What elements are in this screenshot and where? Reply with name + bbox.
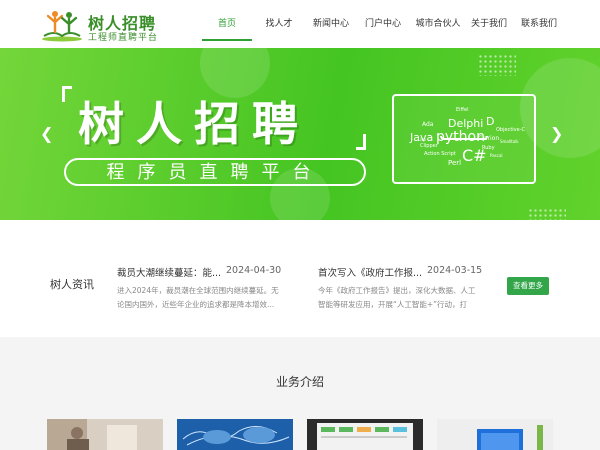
word-cloud-term: Eiffel — [456, 107, 469, 113]
chevron-left-icon[interactable]: ❮ — [40, 126, 53, 142]
business-card-image[interactable] — [437, 419, 553, 450]
word-cloud-term: Delphi — [448, 117, 484, 130]
word-cloud-term: Objective-C — [496, 127, 526, 133]
nav-active-underline — [202, 39, 252, 41]
business-card-image[interactable] — [177, 419, 293, 450]
logo-subtitle: 工程师直聘平台 — [88, 33, 159, 43]
nav-item-news-center[interactable]: 新闻中心 — [306, 0, 356, 48]
business-section-title: 业务介绍 — [275, 375, 324, 389]
banner-dot-pattern — [528, 208, 566, 220]
word-cloud-term: Smalltalk — [500, 139, 519, 144]
nav-item-about-us[interactable]: 关于我们 — [464, 0, 514, 48]
site-logo[interactable]: 树人招聘 工程师直聘平台 — [40, 8, 165, 43]
nav-item-label: 首页 — [217, 19, 236, 29]
hero-banner[interactable]: 树人招聘 程序员直聘平台 Delphi Java python C# D Ada… — [0, 48, 600, 220]
chevron-right-icon[interactable]: ❯ — [550, 126, 563, 142]
business-section: 业务介绍 — [0, 337, 600, 450]
word-cloud-term: Ruby — [482, 145, 495, 151]
news-item-date: 2024-03-15 — [427, 265, 483, 276]
word-cloud-term: Pascal — [490, 153, 503, 158]
site-header: 树人招聘 工程师直聘平台 首页 找人才 新闻中心 门户中心 城市合伙人 关于我们… — [0, 0, 600, 48]
banner-dot-pattern — [478, 54, 516, 76]
business-photo-dashboard — [307, 419, 423, 450]
nav-item-contact-us[interactable]: 联系我们 — [514, 0, 564, 48]
banner-bracket-right — [356, 134, 366, 150]
nav-item-find-talent[interactable]: 找人才 — [256, 0, 302, 48]
news-item-date: 2024-04-30 — [226, 265, 282, 276]
business-photo-meeting — [47, 419, 163, 450]
business-card-image[interactable] — [47, 419, 163, 450]
nav-item-city-partner[interactable]: 城市合伙人 — [408, 0, 468, 48]
main-nav: 首页 找人才 新闻中心 门户中心 城市合伙人 关于我们 联系我们 — [202, 0, 600, 48]
word-cloud-term: Ada — [422, 121, 434, 128]
word-cloud-term: Lisp — [418, 137, 426, 142]
business-photo-laptop — [437, 419, 553, 450]
nav-item-home[interactable]: 首页 — [202, 0, 252, 48]
word-cloud-term: Clipper — [420, 143, 438, 149]
business-card-image[interactable] — [307, 419, 423, 450]
banner-subtitle-pill: 程序员直聘平台 — [64, 158, 366, 186]
banner-title: 树人招聘 — [78, 97, 310, 151]
nav-item-portal-center[interactable]: 门户中心 — [358, 0, 408, 48]
tree-person-logo-icon — [42, 11, 82, 42]
news-item-excerpt: 进入2024年，裁员潮在全球范围内继续蔓延。无论国内国外，近些年企业的追求都是降… — [117, 286, 279, 309]
news-item-excerpt: 今年《政府工作报告》提出，深化大数据、人工智能等研发应用，开展“人工智能+”行动… — [318, 286, 476, 309]
word-cloud-term: Perl — [448, 159, 462, 167]
banner-subtitle: 程序员直聘平台 — [106, 162, 324, 183]
news-item-title[interactable]: 裁员大潮继续蔓延：能... — [117, 265, 223, 279]
view-more-button[interactable]: 查看更多 — [507, 277, 549, 295]
news-item-title[interactable]: 首次写入《政府工作报... — [318, 265, 424, 279]
banner-bracket-left — [62, 86, 72, 102]
word-cloud-term: Action Script — [424, 151, 456, 157]
word-cloud-term: D — [486, 115, 495, 128]
monitor-stand — [440, 136, 488, 140]
business-photo-world-network — [177, 419, 293, 450]
news-section-label: 树人资讯 — [50, 278, 94, 291]
